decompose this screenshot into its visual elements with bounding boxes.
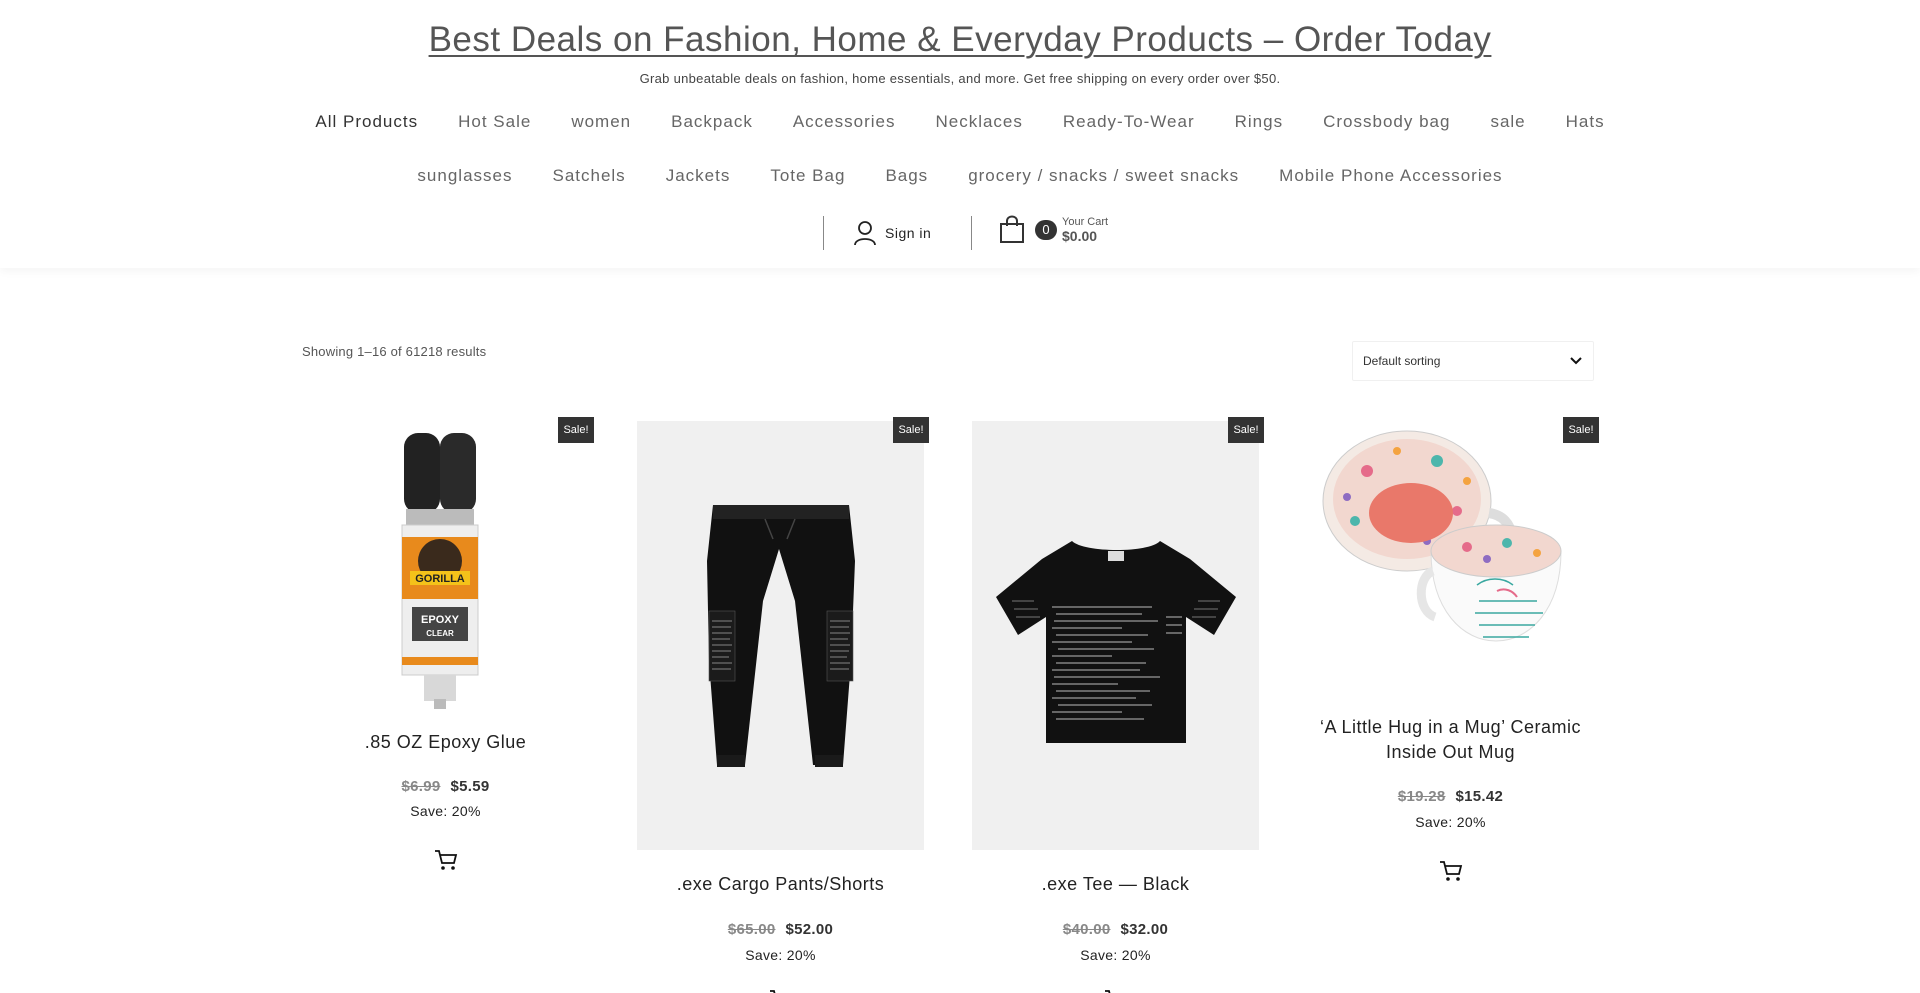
user-icon [854,221,876,246]
nav-item-hats[interactable]: Hats [1546,111,1625,133]
add-to-cart-icon[interactable] [434,849,458,871]
sorting-select[interactable]: Default sorting [1352,341,1594,381]
product-title[interactable]: .exe Tee — Black [972,872,1259,897]
add-to-cart-icon[interactable] [1439,860,1463,882]
account-divider-right [971,216,972,250]
nav-item-ready-to-wear[interactable]: Ready-To-Wear [1043,111,1215,133]
product-title[interactable]: .exe Cargo Pants/Shorts [637,872,924,897]
sale-price: $5.59 [450,778,490,795]
original-price: $65.00 [727,921,776,938]
nav-item-women[interactable]: women [551,111,651,133]
epoxy-glue-image: GORILLA EPOXY CLEAR [401,433,479,709]
sale-badge: Sale! [893,417,929,443]
add-to-cart-icon[interactable] [769,989,793,993]
cart-total: $0.00 [1062,228,1098,244]
shopping-bag-icon [1000,215,1024,243]
nav-item-tote-bag[interactable]: Tote Bag [750,165,865,187]
product-image[interactable] [1307,421,1594,679]
nav-item-bags[interactable]: Bags [865,165,948,187]
epoxy-brand-text: GORILLA [415,573,465,585]
cart-label: Your Cart [1062,216,1109,228]
primary-nav-row-1: All Products Hot Sale women Backpack Acc… [0,111,1920,133]
nav-item-mobile-phone-accessories[interactable]: Mobile Phone Accessories [1259,165,1522,187]
ceramic-mug-image [1322,430,1562,642]
cart-count-badge: 0 [1035,220,1057,240]
sign-in-label: Sign in [885,225,932,241]
product-title[interactable]: .85 OZ Epoxy Glue [302,730,589,755]
cart-summary: Your Cart $0.00 [1062,216,1108,244]
epoxy-sublabel-text: CLEAR [426,629,454,638]
nav-item-necklaces[interactable]: Necklaces [915,111,1042,133]
product-image[interactable] [637,421,924,850]
savings-label: Save: 20% [1415,814,1486,830]
sale-price: $15.42 [1455,788,1504,805]
product-card: Sale! .exe Cargo Pants/Shorts $65.00 $52.… [637,417,929,993]
original-price: $40.00 [1062,921,1111,938]
product-card: Sale! .exe Tee — Black $40.00 $32.00 Save… [972,417,1264,993]
sale-badge: Sale! [1228,417,1264,443]
product-card: Sale! ‘A Little Hug in a Mug’ Ceramic In… [1307,417,1599,897]
nav-item-sunglasses[interactable]: sunglasses [397,165,532,187]
cargo-pants-image [707,505,855,767]
original-price: $19.28 [1397,788,1446,805]
product-image[interactable]: GORILLA EPOXY CLEAR [302,421,589,711]
original-price: $6.99 [401,778,441,795]
savings-label: Save: 20% [745,947,816,963]
sorting-value: Default sorting [1363,354,1441,368]
nav-item-accessories[interactable]: Accessories [773,111,916,133]
site-header: Best Deals on Fashion, Home & Everyday P… [0,0,1920,268]
nav-item-all-products[interactable]: All Products [295,111,438,133]
sale-badge: Sale! [558,417,594,443]
product-card: GORILLA EPOXY CLEAR Sale! .85 OZ Epoxy G… [302,417,594,887]
black-tee-image [996,541,1236,743]
site-title-link[interactable]: Best Deals on Fashion, Home & Everyday P… [429,20,1492,59]
product-price: $19.28 $15.42 [1307,788,1594,805]
nav-item-jackets[interactable]: Jackets [646,165,751,187]
chevron-down-icon [1570,357,1582,365]
account-divider-left [823,216,824,250]
sale-price: $52.00 [785,921,834,938]
savings-label: Save: 20% [1080,947,1151,963]
nav-item-satchels[interactable]: Satchels [532,165,645,187]
nav-item-crossbody-bag[interactable]: Crossbody bag [1303,111,1470,133]
account-bar: Sign in 0 Your Cart $0.00 [0,212,1920,252]
product-price: $65.00 $52.00 [637,921,924,938]
sale-badge: Sale! [1563,417,1599,443]
product-price: $6.99 $5.59 [302,778,589,795]
product-price: $40.00 $32.00 [972,921,1259,938]
product-image[interactable] [972,421,1259,850]
product-title[interactable]: ‘A Little Hug in a Mug’ Ceramic Inside O… [1307,715,1594,765]
nav-item-rings[interactable]: Rings [1215,111,1303,133]
result-count: Showing 1–16 of 61218 results [302,344,487,359]
nav-item-backpack[interactable]: Backpack [651,111,773,133]
primary-nav-row-2: sunglasses Satchels Jackets Tote Bag Bag… [0,165,1920,187]
savings-label: Save: 20% [410,803,481,819]
nav-item-sale[interactable]: sale [1470,111,1545,133]
site-title: Best Deals on Fashion, Home & Everyday P… [0,20,1920,60]
epoxy-label-text: EPOXY [421,614,460,626]
sale-price: $32.00 [1120,921,1169,938]
nav-item-hot-sale[interactable]: Hot Sale [438,111,551,133]
cart-link[interactable]: 0 Your Cart $0.00 [998,214,1108,244]
site-tagline: Grab unbeatable deals on fashion, home e… [639,71,1281,86]
add-to-cart-icon[interactable] [1104,989,1128,993]
nav-item-grocery-snacks[interactable]: grocery / snacks / sweet snacks [948,165,1259,187]
sign-in-link[interactable]: Sign in [853,220,931,246]
